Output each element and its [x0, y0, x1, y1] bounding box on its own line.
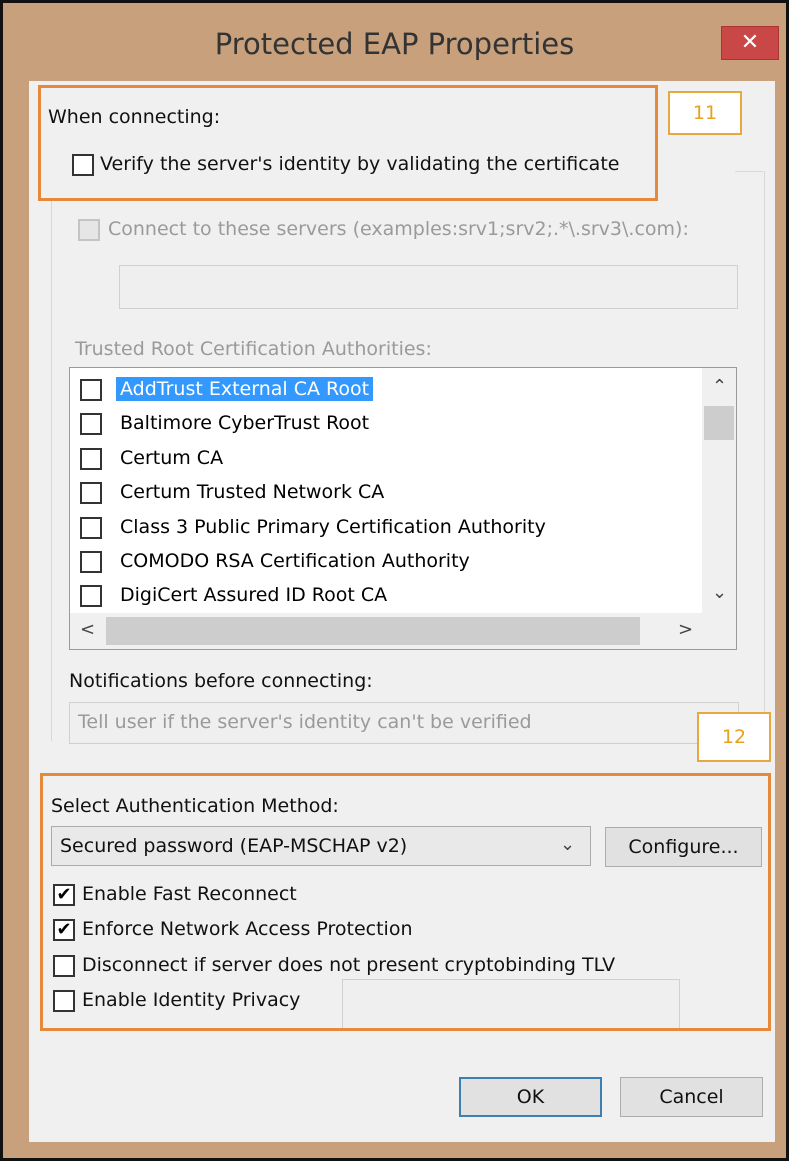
list-item-label: AddTrust External CA Root [116, 377, 374, 401]
servers-input[interactable] [119, 265, 738, 309]
scroll-down-icon[interactable]: ⌄ [712, 582, 727, 603]
list-item-label: Certum Trusted Network CA [120, 481, 385, 503]
horizontal-scrollbar[interactable]: < > [70, 613, 736, 649]
close-button[interactable]: ✕ [721, 26, 779, 60]
ok-button[interactable]: OK [459, 1077, 602, 1117]
list-item-checkbox[interactable] [80, 379, 102, 401]
annotation-box-12 [40, 773, 771, 1031]
vertical-scroll-thumb[interactable] [704, 406, 734, 440]
list-item-checkbox[interactable] [80, 585, 102, 607]
cancel-button[interactable]: Cancel [620, 1077, 763, 1117]
vertical-scrollbar[interactable]: ⌃ ⌄ [702, 368, 736, 613]
group-border-top [735, 171, 763, 172]
horizontal-scroll-thumb[interactable] [106, 617, 640, 645]
list-item-label: Certum CA [120, 447, 224, 469]
list-item-label: Class 3 Public Primary Certification Aut… [120, 516, 546, 538]
list-item-checkbox[interactable] [80, 413, 102, 435]
list-item-label: Baltimore CyberTrust Root [120, 412, 370, 434]
scroll-left-icon[interactable]: < [80, 619, 95, 640]
list-item-checkbox[interactable] [80, 482, 102, 504]
trusted-root-heading: Trusted Root Certification Authorities: [75, 338, 432, 360]
window-title: Protected EAP Properties [214, 27, 575, 61]
group-border-left [51, 200, 52, 741]
connect-servers-checkbox[interactable] [78, 219, 100, 241]
title-bar: Protected EAP Properties ✕ [3, 3, 786, 81]
scroll-right-icon[interactable]: > [678, 619, 693, 640]
list-item-checkbox[interactable] [80, 517, 102, 539]
list-item-label: DigiCert Assured ID Root CA [120, 584, 388, 606]
list-item-checkbox[interactable] [80, 448, 102, 470]
notifications-heading: Notifications before connecting: [69, 670, 373, 692]
notifications-value: Tell user if the server's identity can't… [78, 711, 532, 733]
connect-servers-label: Connect to these servers (examples:srv1;… [108, 218, 689, 240]
scroll-up-icon[interactable]: ⌃ [712, 376, 727, 397]
annotation-tag-11: 11 [668, 91, 742, 135]
list-item-label: COMODO RSA Certification Authority [120, 550, 470, 572]
list-item-checkbox[interactable] [80, 551, 102, 573]
notifications-select[interactable]: Tell user if the server's identity can't… [69, 702, 739, 744]
annotation-tag-12: 12 [697, 712, 771, 762]
trusted-root-list[interactable]: AddTrust External CA Root Baltimore Cybe… [69, 367, 737, 650]
annotation-box-11 [38, 85, 658, 201]
